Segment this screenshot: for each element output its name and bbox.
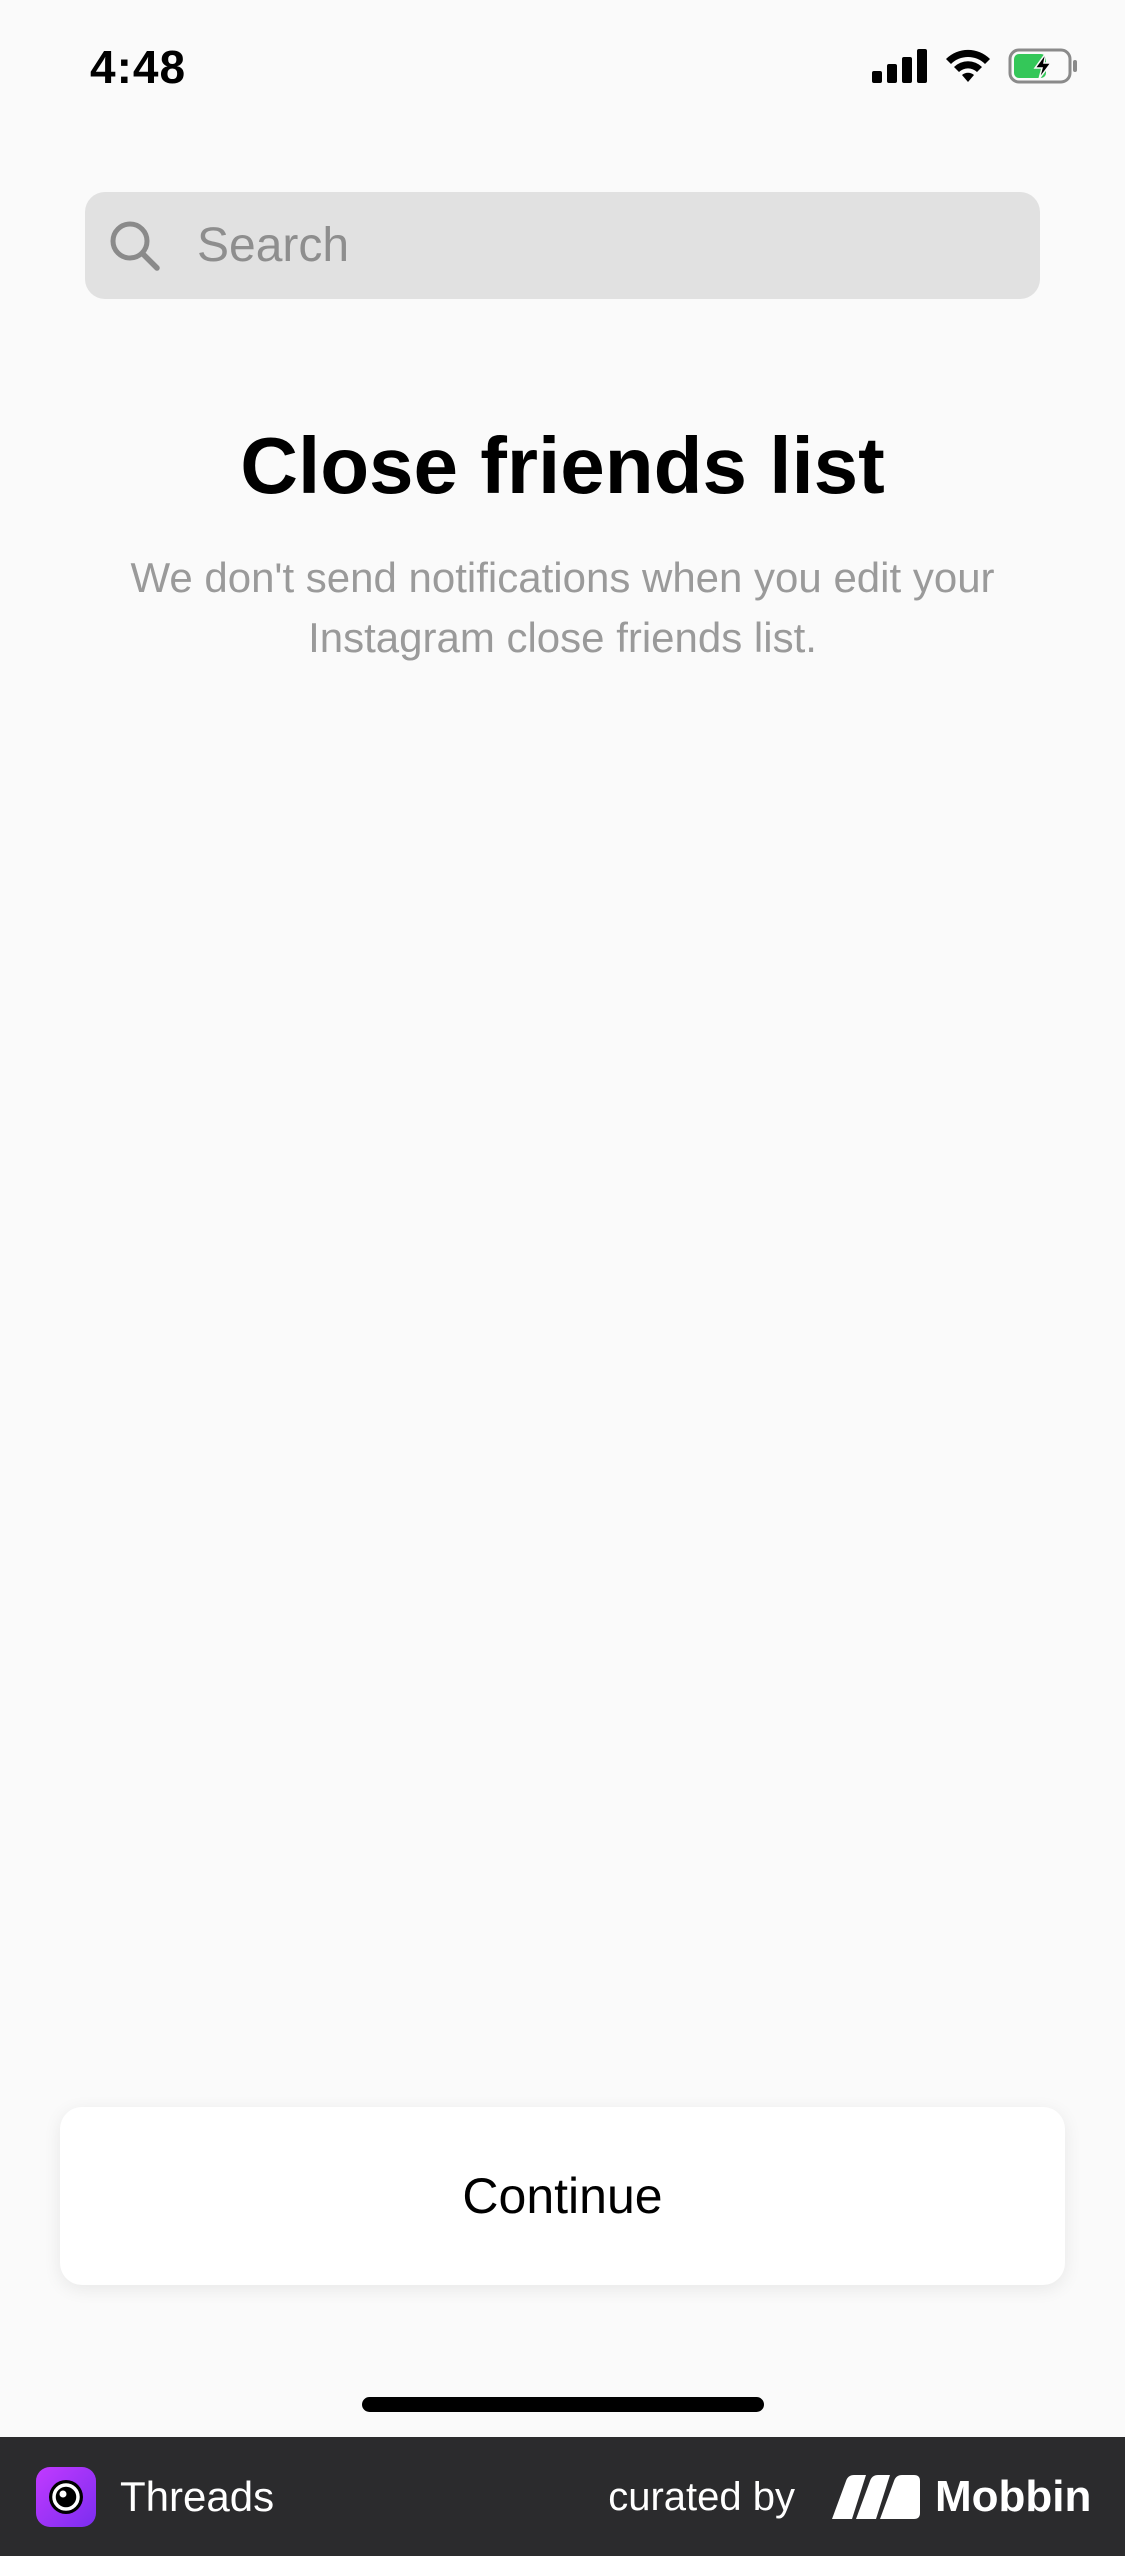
mobbin-logo-icon [832, 2475, 920, 2519]
status-icons [872, 48, 1080, 84]
status-time: 4:48 [90, 41, 187, 93]
footer-app-name: Threads [120, 2473, 275, 2520]
footer: Threads curated by Mobbin [0, 2437, 1125, 2556]
signal-icon [872, 49, 927, 83]
page-title: Close friends list [240, 421, 885, 510]
footer-brand: Mobbin [935, 2472, 1092, 2521]
search-icon [110, 221, 160, 271]
page-subtitle: We don't send notifications when you edi… [130, 554, 995, 661]
threads-app-icon [36, 2467, 96, 2527]
wifi-icon [946, 49, 990, 82]
battery-charging-icon [1008, 48, 1077, 84]
search-bar[interactable] [85, 192, 1040, 299]
search-input[interactable] [197, 192, 1017, 299]
threads-logo-icon [49, 2480, 83, 2514]
footer-curated-label: curated by [608, 2475, 795, 2519]
continue-button[interactable]: Continue [60, 2107, 1065, 2285]
home-indicator [362, 2397, 764, 2412]
status-bar: 4:48 [0, 0, 1125, 140]
